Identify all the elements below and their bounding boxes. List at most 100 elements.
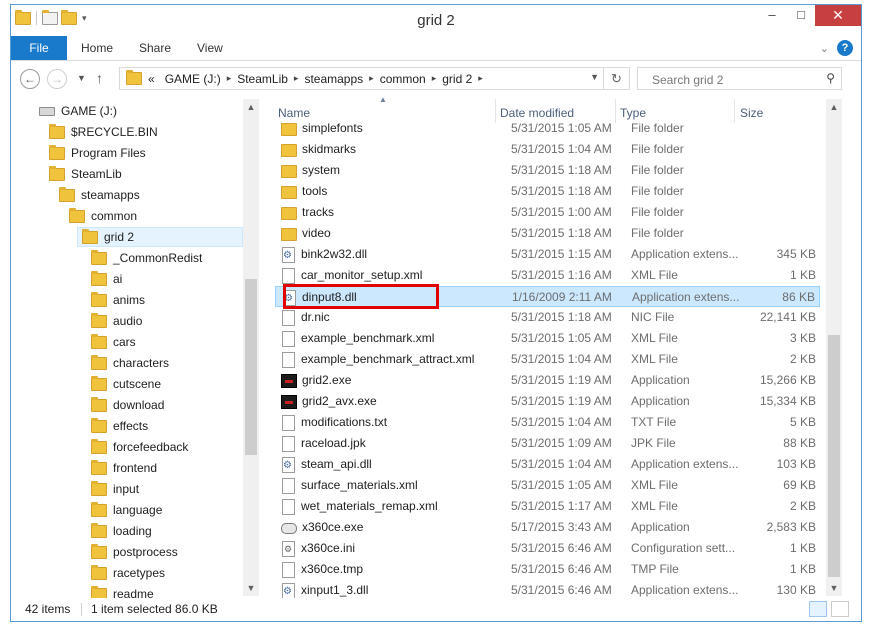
- file-size: 1 KB: [789, 268, 816, 282]
- breadcrumb-steamlib[interactable]: SteamLib: [237, 72, 288, 86]
- scroll-up-icon[interactable]: ▲: [826, 99, 842, 115]
- large-icons-view-button[interactable]: [831, 601, 849, 617]
- back-button[interactable]: ←: [20, 69, 40, 89]
- tree-item-program-files[interactable]: Program Files: [49, 143, 146, 163]
- tab-file[interactable]: File: [11, 36, 67, 60]
- forward-button[interactable]: →: [47, 69, 67, 89]
- scrollbar-thumb[interactable]: [245, 279, 257, 455]
- tree-item-game-drive[interactable]: GAME (J:): [39, 101, 117, 121]
- tab-share[interactable]: Share: [139, 36, 171, 60]
- tree-item-recycle-bin[interactable]: $RECYCLE.BIN: [49, 122, 158, 142]
- tree-item-input[interactable]: input: [91, 479, 139, 499]
- tree-item-readme[interactable]: readme: [91, 584, 154, 598]
- breadcrumb-game-drive[interactable]: GAME (J:): [165, 72, 221, 86]
- tree-item-label: racetypes: [113, 566, 166, 580]
- breadcrumb-steamapps[interactable]: steamapps: [304, 72, 363, 86]
- file-size: 5 KB: [789, 415, 816, 429]
- maximize-button[interactable]: □: [786, 5, 816, 26]
- tab-view[interactable]: View: [197, 36, 223, 60]
- tree-item-characters[interactable]: characters: [91, 353, 169, 373]
- breadcrumb-overflow[interactable]: «: [148, 72, 155, 86]
- address-bar[interactable]: « GAME (J:) ▸ SteamLib ▸ steamapps ▸ com…: [119, 67, 604, 90]
- file-row[interactable]: modifications.txt 5/31/2015 1:04 AM TXT Fi…: [275, 412, 820, 433]
- tree-item-ai[interactable]: ai: [91, 269, 122, 289]
- file-size: 103 KB: [776, 457, 816, 471]
- file-size: 345 KB: [776, 247, 816, 261]
- breadcrumb-grid-2[interactable]: grid 2: [442, 72, 472, 86]
- recent-locations-icon[interactable]: ▼: [77, 73, 86, 83]
- file-name: raceload.jpk: [301, 436, 366, 450]
- file-row[interactable]: grid2.exe 5/31/2015 1:19 AM Application 15,…: [275, 370, 820, 391]
- tree-item-cars[interactable]: cars: [91, 332, 136, 352]
- file-row[interactable]: example_benchmark.xml 5/31/2015 1:05 AM XM…: [275, 328, 820, 349]
- file-type: File folder: [631, 163, 684, 177]
- file-row[interactable]: xinput1_3.dll 5/31/2015 6:46 AM Applicatio…: [275, 580, 820, 598]
- tree-item-download[interactable]: download: [91, 395, 164, 415]
- file-row[interactable]: x360ce.ini 5/31/2015 6:46 AM Configuration…: [275, 538, 820, 560]
- minimize-button[interactable]: –: [757, 5, 787, 26]
- dll-file-icon: [282, 455, 295, 476]
- file-row[interactable]: x360ce.exe 5/17/2015 3:43 AM Application 2,…: [275, 517, 820, 538]
- tree-item-language[interactable]: language: [91, 500, 162, 520]
- scroll-down-icon[interactable]: ▼: [243, 580, 259, 596]
- tree-item-anims[interactable]: anims: [91, 290, 145, 310]
- tree-item-common[interactable]: common: [69, 206, 137, 226]
- tree-item-steamlib[interactable]: SteamLib: [49, 164, 122, 184]
- navigation-scrollbar[interactable]: ▲ ▼: [243, 99, 259, 596]
- search-input[interactable]: [650, 72, 814, 88]
- help-icon[interactable]: ?: [837, 40, 853, 56]
- chevron-right-icon[interactable]: ▸: [369, 73, 374, 84]
- file-row[interactable]: tracks 5/31/2015 1:00 AM File folder: [275, 202, 820, 223]
- file-row[interactable]: example_benchmark_attract.xml 5/31/2015 1…: [275, 349, 820, 370]
- tree-item-label: frontend: [113, 461, 158, 475]
- file-row[interactable]: skidmarks 5/31/2015 1:04 AM File folder: [275, 139, 820, 160]
- scroll-up-icon[interactable]: ▲: [243, 99, 259, 115]
- search-box[interactable]: ⚲: [637, 67, 842, 90]
- breadcrumb-common[interactable]: common: [380, 72, 426, 86]
- file-row[interactable]: steam_api.dll 5/31/2015 1:04 AM Applicatio…: [275, 454, 820, 476]
- tree-item-forcefeedback[interactable]: forcefeedback: [91, 437, 188, 457]
- tree-item-effects[interactable]: effects: [91, 416, 148, 436]
- chevron-right-icon[interactable]: ▸: [478, 73, 483, 84]
- file-row[interactable]: simplefonts 5/31/2015 1:05 AM File folder: [275, 118, 820, 139]
- file-size: 88 KB: [783, 436, 816, 450]
- up-button[interactable]: ↑: [96, 70, 103, 86]
- tree-item-loading[interactable]: loading: [91, 521, 152, 541]
- file-row[interactable]: bink2w32.dll 5/31/2015 1:15 AM Application…: [275, 244, 820, 266]
- chevron-right-icon[interactable]: ▸: [294, 73, 299, 84]
- file-row[interactable]: tools 5/31/2015 1:18 AM File folder: [275, 181, 820, 202]
- file-name-cell: grid2_avx.exe: [275, 391, 377, 412]
- file-row[interactable]: video 5/31/2015 1:18 AM File folder: [275, 223, 820, 244]
- tree-item-grid-2[interactable]: grid 2: [77, 227, 243, 247]
- doc-file-icon: [282, 309, 295, 326]
- search-icon[interactable]: ⚲: [826, 71, 835, 85]
- details-view-button[interactable]: [809, 601, 827, 617]
- tree-item-audio[interactable]: audio: [91, 311, 142, 331]
- tree-item-frontend[interactable]: frontend: [91, 458, 157, 478]
- file-row[interactable]: grid2_avx.exe 5/31/2015 1:19 AM Applicatio…: [275, 391, 820, 412]
- folder-icon: [91, 396, 107, 412]
- refresh-button[interactable]: ↻: [604, 67, 630, 90]
- tree-item-steamapps[interactable]: steamapps: [59, 185, 140, 205]
- tree-item-commonredist[interactable]: _CommonRedist: [91, 248, 202, 268]
- chevron-right-icon[interactable]: ▸: [227, 73, 232, 84]
- tree-item-racetypes[interactable]: racetypes: [91, 563, 165, 583]
- scrollbar-thumb[interactable]: [828, 335, 840, 577]
- expand-ribbon-icon[interactable]: ⌄: [820, 42, 829, 55]
- file-row[interactable]: car_monitor_setup.xml 5/31/2015 1:16 AM XM…: [275, 265, 820, 286]
- file-row[interactable]: wet_materials_remap.xml 5/31/2015 1:17 AM…: [275, 496, 820, 517]
- file-row[interactable]: x360ce.tmp 5/31/2015 6:46 AM TMP File 1 KB: [275, 559, 820, 580]
- close-button[interactable]: ✕: [815, 5, 861, 26]
- file-row[interactable]: system 5/31/2015 1:18 AM File folder: [275, 160, 820, 181]
- scroll-down-icon[interactable]: ▼: [826, 580, 842, 596]
- file-row[interactable]: raceload.jpk 5/31/2015 1:09 AM JPK File 88 …: [275, 433, 820, 454]
- tab-home[interactable]: Home: [81, 36, 113, 60]
- file-list-scrollbar[interactable]: ▲ ▼: [826, 99, 842, 596]
- file-row[interactable]: surface_materials.xml 5/31/2015 1:05 AM XM…: [275, 475, 820, 496]
- folder-icon: [91, 459, 107, 475]
- address-history-icon[interactable]: ▼: [590, 72, 599, 82]
- tree-item-postprocess[interactable]: postprocess: [91, 542, 178, 562]
- file-row[interactable]: dr.nic 5/31/2015 1:18 AM NIC File 22,141 KB: [275, 307, 820, 328]
- tree-item-cutscene[interactable]: cutscene: [91, 374, 161, 394]
- chevron-right-icon[interactable]: ▸: [432, 73, 437, 84]
